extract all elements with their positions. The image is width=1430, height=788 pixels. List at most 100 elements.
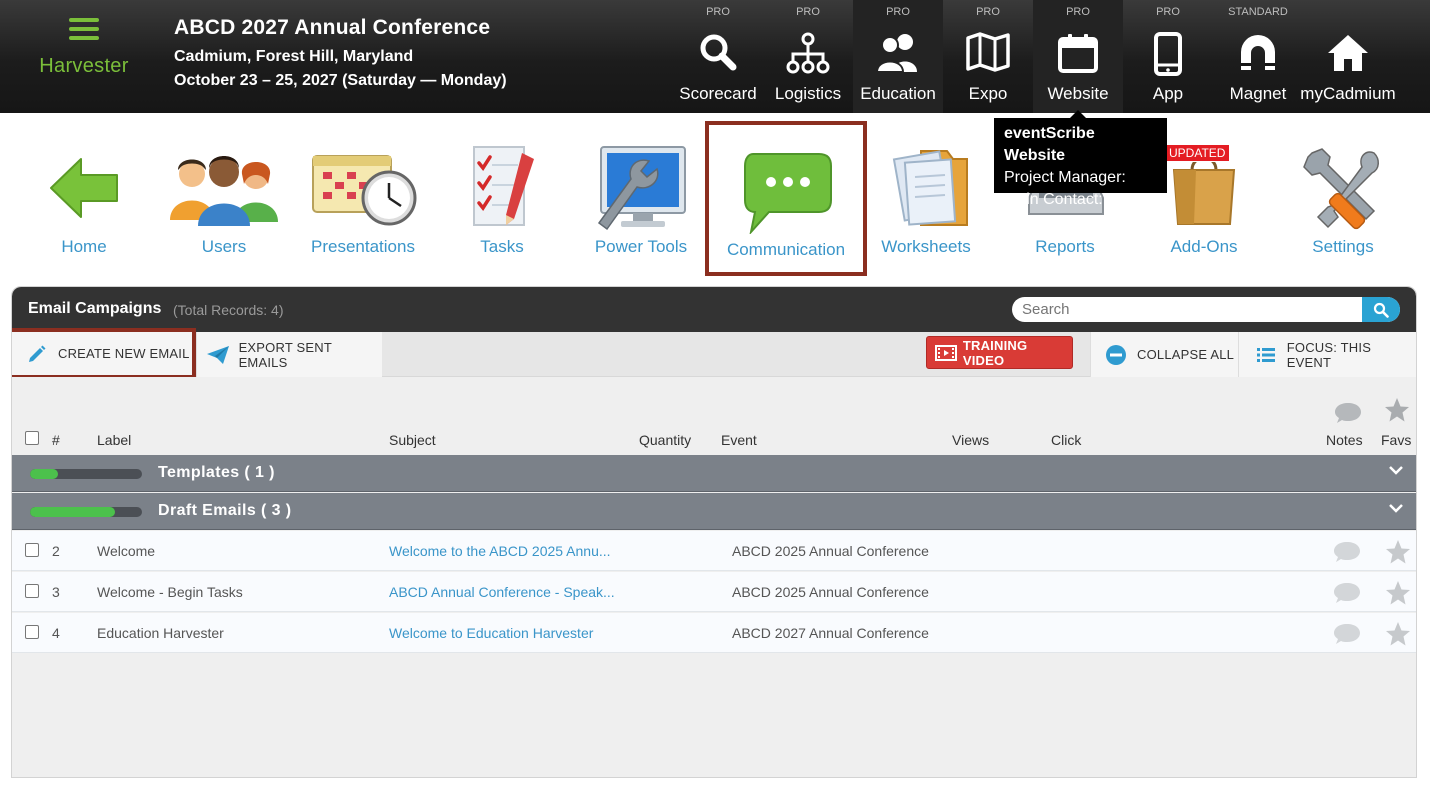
star-icon[interactable] xyxy=(1385,621,1411,650)
minus-circle-icon xyxy=(1103,344,1129,366)
select-all-checkbox[interactable] xyxy=(25,431,39,445)
module-label: Home xyxy=(61,237,107,256)
col-num[interactable]: # xyxy=(52,432,60,448)
star-icon[interactable] xyxy=(1385,539,1411,568)
col-event[interactable]: Event xyxy=(721,432,757,448)
module-label: Power Tools xyxy=(594,237,688,256)
pencil-icon xyxy=(24,343,50,365)
col-subject[interactable]: Subject xyxy=(389,432,436,448)
chevron-down-icon[interactable] xyxy=(1388,501,1404,519)
folder-icon xyxy=(856,140,996,236)
table-row[interactable]: 3 Welcome - Begin Tasks ABCD Annual Conf… xyxy=(12,572,1416,612)
module-presentations[interactable]: Presentations xyxy=(293,118,433,268)
module-label: Users xyxy=(201,237,247,256)
col-notes[interactable]: Notes xyxy=(1326,432,1363,448)
col-favs[interactable]: Favs xyxy=(1381,432,1411,448)
topnav-expo[interactable]: PRO Expo xyxy=(943,0,1033,113)
export-sent-emails-button[interactable]: EXPORT SENT EMAILS xyxy=(196,332,382,377)
row-event: ABCD 2025 Annual Conference xyxy=(732,543,929,559)
star-icon xyxy=(1384,397,1410,428)
event-title: ABCD 2027 Annual Conference xyxy=(174,16,491,39)
monitor-wrench-icon xyxy=(571,140,711,236)
module-tasks[interactable]: Tasks xyxy=(432,118,572,268)
module-power-tools[interactable]: Power Tools xyxy=(571,118,711,268)
notes-icon[interactable] xyxy=(1333,540,1361,567)
row-num: 3 xyxy=(52,584,60,600)
topnav-mycadmium[interactable]: myCadmium xyxy=(1300,0,1396,113)
row-event: ABCD 2027 Annual Conference xyxy=(732,625,929,641)
tooltip-main-contact: Main Contact: xyxy=(1004,191,1103,208)
search-icon xyxy=(673,32,763,76)
users-icon xyxy=(853,32,943,76)
tooltip-project-manager: Project Manager: xyxy=(1004,169,1126,186)
search-input[interactable] xyxy=(1012,297,1362,322)
tier-label: PRO xyxy=(1156,6,1180,18)
module-label: Settings xyxy=(1312,237,1374,256)
group-templates[interactable]: Templates ( 1 ) xyxy=(12,455,1416,492)
list-icon xyxy=(1253,344,1279,366)
module-communication[interactable]: Communication xyxy=(705,121,867,276)
topnav-logistics[interactable]: PRO Logistics xyxy=(763,0,853,113)
notes-icon[interactable] xyxy=(1333,622,1361,649)
row-label: Education Harvester xyxy=(97,625,224,641)
tier-label: STANDARD xyxy=(1228,6,1288,18)
module-users[interactable]: Users xyxy=(154,118,294,268)
topnav-app[interactable]: PRO App xyxy=(1123,0,1213,113)
col-label[interactable]: Label xyxy=(97,432,131,448)
table-row[interactable]: 2 Welcome Welcome to the ABCD 2025 Annu.… xyxy=(12,531,1416,571)
create-new-email-button[interactable]: CREATE NEW EMAIL xyxy=(12,328,196,379)
notes-icon[interactable] xyxy=(1333,581,1361,608)
row-label: Welcome - Begin Tasks xyxy=(97,584,243,600)
topnav-scorecard[interactable]: PRO Scorecard xyxy=(673,0,763,113)
module-settings[interactable]: Settings xyxy=(1273,118,1413,268)
group-progress-bar xyxy=(30,507,142,517)
brand[interactable]: Harvester xyxy=(30,14,138,78)
star-icon[interactable] xyxy=(1385,580,1411,609)
row-num: 4 xyxy=(52,625,60,641)
row-checkbox[interactable] xyxy=(25,543,39,557)
back-arrow-icon xyxy=(14,140,154,236)
search-button[interactable] xyxy=(1362,297,1400,322)
mobile-icon xyxy=(1123,32,1213,76)
toolbar: EXPORT SENT EMAILS CREATE NEW EMAIL TRAI… xyxy=(12,328,1416,379)
sitemap-icon xyxy=(763,32,853,76)
film-icon xyxy=(933,342,959,364)
topnav-website[interactable]: PRO Website xyxy=(1033,0,1123,113)
website-tooltip: eventScribe Website Project Manager: Mai… xyxy=(994,110,1167,208)
col-quantity[interactable]: Quantity xyxy=(639,432,691,448)
module-worksheets[interactable]: Worksheets xyxy=(856,118,996,268)
topnav-magnet[interactable]: STANDARD Magnet xyxy=(1213,0,1303,113)
calendar-clock-icon xyxy=(293,140,433,236)
module-label: Reports xyxy=(1035,237,1095,256)
training-video-button[interactable]: TRAINING VIDEO xyxy=(926,336,1073,369)
topnav-education[interactable]: PRO Education xyxy=(853,0,943,113)
table-row[interactable]: 4 Education Harvester Welcome to Educati… xyxy=(12,613,1416,653)
tier-label: PRO xyxy=(706,6,730,18)
tooltip-title: eventScribe Website xyxy=(1004,125,1095,164)
row-event: ABCD 2025 Annual Conference xyxy=(732,584,929,600)
row-subject-link[interactable]: Welcome to the ABCD 2025 Annu... xyxy=(389,543,611,559)
row-subject-link[interactable]: ABCD Annual Conference - Speak... xyxy=(389,584,615,600)
module-label: Tasks xyxy=(480,237,524,256)
focus-this-event-button[interactable]: FOCUS: THIS EVENT xyxy=(1238,332,1416,377)
people-icon xyxy=(154,140,294,236)
row-label: Welcome xyxy=(97,543,156,559)
col-views[interactable]: Views xyxy=(952,432,989,448)
module-label: Worksheets xyxy=(881,237,971,256)
collapse-all-button[interactable]: COLLAPSE ALL xyxy=(1090,332,1238,377)
chevron-down-icon[interactable] xyxy=(1388,463,1404,481)
progress-fill xyxy=(30,507,116,517)
row-num: 2 xyxy=(52,543,60,559)
module-home[interactable]: Home xyxy=(14,118,154,268)
event-dates: October 23 – 25, 2027 (Saturday — Monday… xyxy=(174,72,507,89)
row-checkbox[interactable] xyxy=(25,625,39,639)
checklist-icon xyxy=(432,140,572,236)
record-count: (Total Records: 4) xyxy=(173,302,284,318)
group-draft-emails[interactable]: Draft Emails ( 3 ) xyxy=(12,493,1416,530)
row-subject-link[interactable]: Welcome to Education Harvester xyxy=(389,625,593,641)
collapse-label: COLLAPSE ALL xyxy=(1137,347,1235,362)
tier-label: PRO xyxy=(886,6,910,18)
hamburger-menu-icon[interactable] xyxy=(69,18,99,40)
col-click[interactable]: Click xyxy=(1051,432,1081,448)
row-checkbox[interactable] xyxy=(25,584,39,598)
